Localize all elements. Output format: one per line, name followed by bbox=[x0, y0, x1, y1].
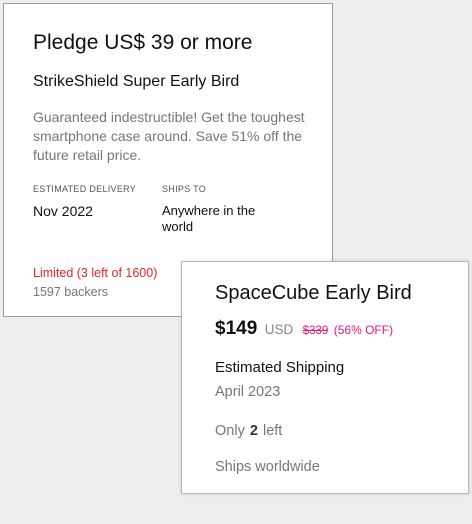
quantity-left-count: 2 bbox=[249, 423, 258, 439]
estimated-delivery-value: Nov 2022 bbox=[33, 203, 93, 219]
estimated-shipping-label: Estimated Shipping bbox=[215, 359, 345, 376]
estimated-delivery-label: ESTIMATED DELIVERY bbox=[33, 184, 137, 194]
perk-price: $149 bbox=[215, 318, 258, 339]
price-row: $149 USD $339 (56% OFF) bbox=[215, 318, 393, 340]
quantity-left-suffix: left bbox=[262, 423, 283, 439]
backers-count: 1597 backers bbox=[33, 285, 109, 299]
quantity-left-prefix: Only bbox=[215, 423, 245, 439]
reward-description: Guaranteed indestructible! Get the tough… bbox=[33, 109, 305, 163]
pledge-amount: Pledge US$ 39 or more bbox=[33, 31, 253, 54]
estimated-shipping-date: April 2023 bbox=[215, 384, 281, 400]
ships-to-value: Anywhere in the world bbox=[162, 203, 256, 234]
perk-card[interactable]: SpaceCube Early Bird $149 USD $339 (56% … bbox=[181, 261, 469, 494]
ships-worldwide: Ships worldwide bbox=[215, 459, 320, 475]
limited-availability: Limited (3 left of 1600) bbox=[33, 266, 158, 280]
currency-code: USD bbox=[264, 322, 294, 337]
reward-title: StrikeShield Super Early Bird bbox=[33, 73, 240, 90]
perk-title: SpaceCube Early Bird bbox=[215, 282, 412, 304]
discount-badge: (56% OFF) bbox=[333, 323, 394, 337]
ships-to-label: SHIPS TO bbox=[162, 184, 207, 194]
original-price: $339 bbox=[302, 325, 329, 337]
quantity-left: Only 2 left bbox=[215, 423, 282, 439]
